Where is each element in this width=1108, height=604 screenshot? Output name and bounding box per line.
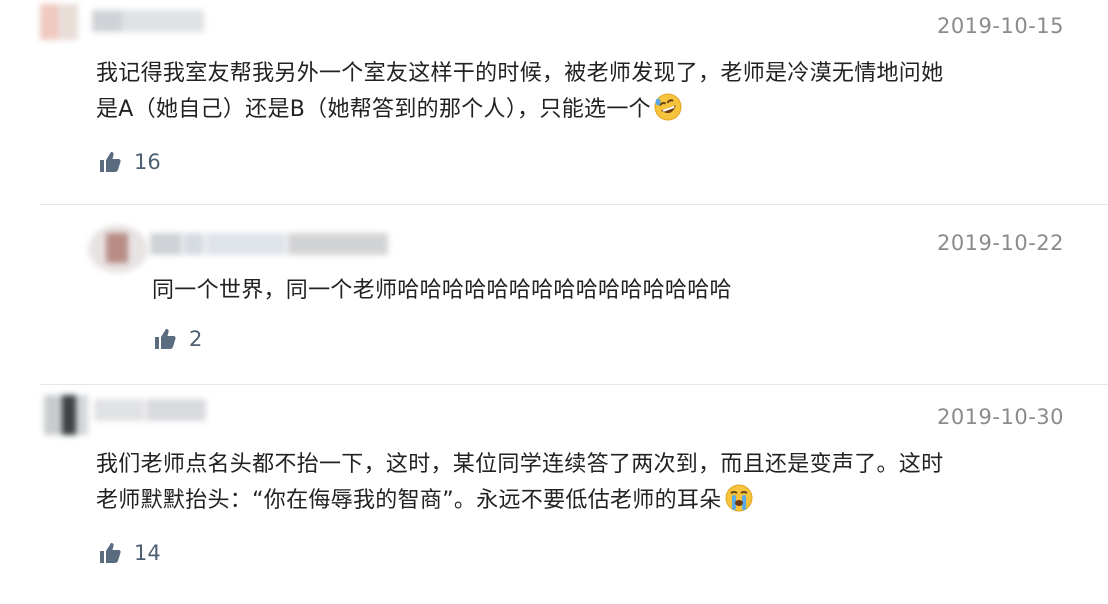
rofl-emoji [654, 93, 682, 121]
avatar[interactable] [44, 395, 88, 435]
comment-1: 2019-10-15 我记得我室友帮我另外一个室友这样干的时候，被老师发现了，老… [0, 0, 1108, 205]
avatar[interactable] [88, 217, 148, 273]
like-button[interactable]: 2 [153, 327, 202, 351]
like-count: 16 [134, 150, 161, 174]
comment-3: 2019-10-30 我们老师点名头都不抬一下，这时，某位同学连续答了两次到，而… [0, 385, 1108, 604]
comment-date: 2019-10-22 [936, 231, 1064, 255]
username-blurred[interactable] [94, 399, 206, 421]
username-blurred[interactable] [92, 10, 204, 32]
comment-text: 我记得我室友帮我另外一个室友这样干的时候，被老师发现了，老师是冷漠无情地问她 是… [96, 56, 943, 128]
comment-text-line: 老师默默抬头：“你在侮辱我的智商”。永远不要低估老师的耳朵 [96, 488, 722, 513]
crying-emoji [725, 484, 752, 512]
comment-text-line: 我们老师点名头都不抬一下，这时，某位同学连续答了两次到，而且还是变声了。这时 [96, 452, 944, 477]
thumbs-up-icon [98, 541, 122, 565]
like-button[interactable]: 14 [98, 541, 161, 565]
comment-text: 同一个世界，同一个老师哈哈哈哈哈哈哈哈哈哈哈哈哈哈哈 [152, 273, 732, 309]
like-count: 14 [134, 541, 161, 565]
thumbs-up-icon [98, 150, 122, 174]
like-count: 2 [189, 327, 203, 351]
comment-date: 2019-10-30 [936, 405, 1064, 429]
comment-2: 2019-10-22 同一个世界，同一个老师哈哈哈哈哈哈哈哈哈哈哈哈哈哈哈 2 [0, 205, 1108, 385]
avatar[interactable] [40, 4, 78, 40]
like-button[interactable]: 16 [98, 150, 161, 174]
comment-text-line: 同一个世界，同一个老师哈哈哈哈哈哈哈哈哈哈哈哈哈哈哈 [152, 278, 732, 303]
username-blurred[interactable] [150, 233, 388, 255]
comment-text: 我们老师点名头都不抬一下，这时，某位同学连续答了两次到，而且还是变声了。这时 老… [96, 447, 943, 519]
thumbs-up-icon [153, 327, 177, 351]
comment-date: 2019-10-15 [936, 14, 1064, 38]
comment-text-line: 是A（她自己）还是B（她帮答到的那个人），只能选一个 [96, 97, 651, 122]
comment-text-line: 我记得我室友帮我另外一个室友这样干的时候，被老师发现了，老师是冷漠无情地问她 [96, 61, 944, 86]
